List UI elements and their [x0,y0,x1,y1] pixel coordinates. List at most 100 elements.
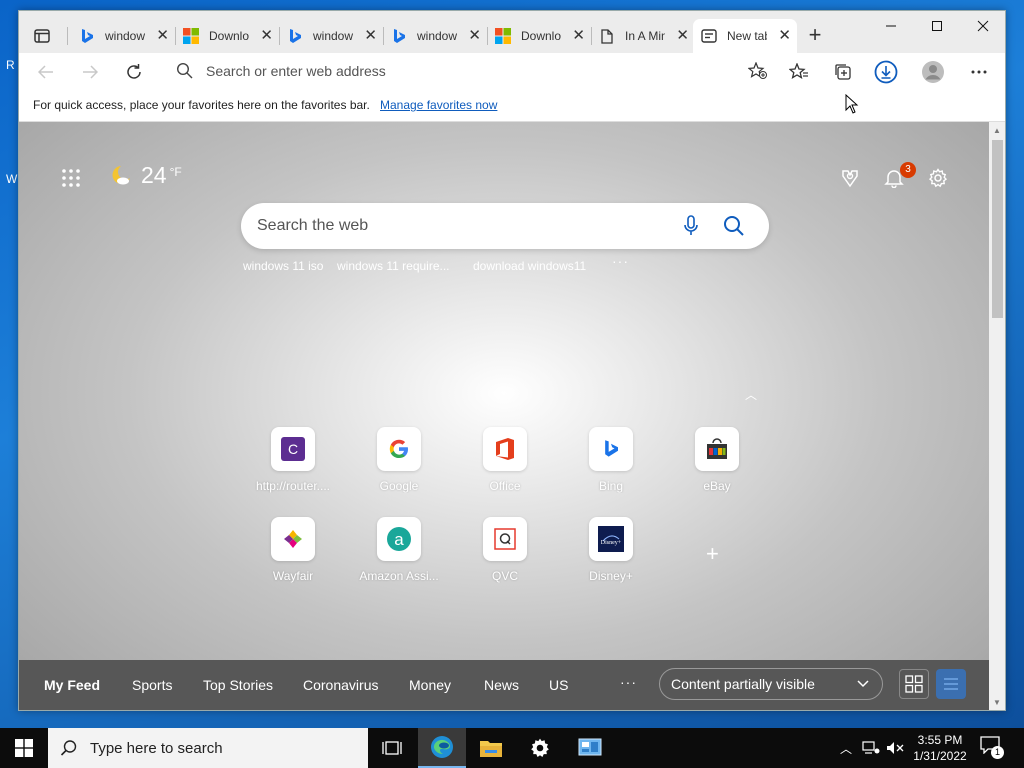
bing-icon [589,427,633,471]
close-icon[interactable]: ✕ [676,28,689,44]
close-window-button[interactable] [960,11,1005,41]
chevron-down-icon [856,676,870,693]
feed-tab-news[interactable]: News [484,677,519,693]
add-site-plus-icon[interactable]: + [706,541,719,567]
manage-favorites-link[interactable]: Manage favorites now [380,98,497,112]
close-icon[interactable]: ✕ [364,28,377,44]
maximize-button[interactable] [914,11,960,41]
search-suggestion[interactable]: windows 11 require... [337,259,450,273]
feed-tab-coronavirus[interactable]: Coronavirus [303,677,378,693]
quick-link-tile[interactable]: C http://router.... [248,427,338,493]
tab-4[interactable]: windows 11 download ✕ [383,21,487,51]
feed-more-button[interactable]: ··· [620,674,637,690]
desktop-icon-fragment[interactable]: W [6,172,18,186]
feed-tab-sports[interactable]: Sports [132,677,172,693]
notification-badge: 3 [900,162,916,178]
close-icon[interactable]: ✕ [572,28,585,44]
tab-new-tab-active[interactable]: New tab ✕ [693,19,797,53]
forward-button[interactable] [75,57,105,87]
weather-widget[interactable]: 24 °F [109,162,182,189]
minimize-button[interactable] [868,11,914,41]
quick-link-tile[interactable]: QVC [460,517,550,583]
show-hidden-icons-chevron-icon[interactable]: ︿ [836,728,856,768]
address-bar[interactable] [164,56,772,86]
web-search-input[interactable] [257,217,657,235]
volume-muted-icon[interactable] [884,728,906,768]
search-suggestion[interactable]: windows 11 iso [243,259,323,273]
scroll-down-icon[interactable]: ▼ [993,698,1001,707]
taskbar-clock[interactable]: 3:55 PM 1/31/2022 [905,732,975,764]
gear-icon [928,168,948,188]
tab-2[interactable]: Download Windows 11 ✕ [175,21,279,51]
downloads-button[interactable] [871,57,901,87]
search-icon[interactable] [723,215,745,242]
rewards-button[interactable] [838,166,862,190]
tab-1[interactable]: windows 11 iso ✕ [71,21,175,51]
svg-text:Disney+: Disney+ [601,540,622,546]
refresh-button[interactable] [119,57,149,87]
scroll-thumb[interactable] [992,140,1003,318]
start-button[interactable] [0,728,48,768]
quick-link-tile[interactable]: Office [460,427,550,493]
tab-title: windows 11 requirements [313,29,353,43]
close-icon[interactable]: ✕ [468,28,481,44]
quick-link-tile[interactable]: Bing [566,427,656,493]
c-icon: C [271,427,315,471]
close-icon[interactable]: ✕ [260,28,273,44]
page-scrollbar[interactable]: ▲ ▼ [989,122,1005,710]
feed-tab-us[interactable]: US [549,677,568,693]
quick-link-tile[interactable]: eBay [672,427,762,493]
content-visibility-value: Content partially visible [671,676,815,692]
taskbar-file-explorer[interactable] [467,728,515,768]
suggestions-more-button[interactable]: ··· [612,253,629,269]
quick-link-tile[interactable]: Google [354,427,444,493]
collections-button[interactable] [828,57,858,87]
microphone-icon[interactable] [683,215,699,242]
list-layout-button[interactable] [936,669,966,699]
taskbar-settings[interactable] [516,728,564,768]
close-icon[interactable]: ✕ [156,28,169,44]
download-icon [874,60,898,84]
address-input[interactable] [206,63,706,79]
taskbar-search-box[interactable] [48,728,368,768]
page-settings-button[interactable] [926,166,950,190]
desktop-icon-fragment[interactable]: R [6,58,18,72]
scroll-up-icon[interactable]: ▲ [993,126,1001,135]
tab-title: windows 11 iso [105,29,145,43]
feed-tab-my-feed[interactable]: My Feed [44,677,100,693]
feed-tab-money[interactable]: Money [409,677,451,693]
clock-date: 1/31/2022 [913,749,967,763]
back-button[interactable] [31,57,61,87]
tab-6[interactable]: In A Minute ✕ [591,21,695,51]
taskbar-edge[interactable] [418,728,466,768]
favorites-button[interactable] [784,57,814,87]
tab-actions-button[interactable] [27,23,57,49]
taskbar-control-panel[interactable] [566,728,614,768]
taskbar-search-input[interactable] [90,739,350,757]
tab-actions-icon [34,29,50,43]
collapse-tiles-chevron-icon[interactable]: ︿ [745,386,757,403]
action-center-button[interactable]: 1 [980,736,1006,760]
quick-link-tile[interactable]: a Amazon Assi... [354,517,444,583]
content-visibility-dropdown[interactable]: Content partially visible [659,668,883,700]
search-icon [60,740,77,756]
network-icon[interactable] [860,728,882,768]
gear-icon [531,738,549,758]
settings-more-button[interactable] [964,57,994,87]
add-favorite-icon[interactable] [747,61,768,85]
tab-3[interactable]: windows 11 requirements ✕ [279,21,383,51]
profile-button[interactable] [918,57,948,87]
forward-arrow-icon [83,65,98,79]
search-suggestion[interactable]: download windows11 [473,259,586,273]
web-search-box[interactable] [241,203,769,249]
task-view-button[interactable] [368,728,416,768]
quick-link-tile[interactable]: Wayfair [248,517,338,583]
tab-5[interactable]: Download Windows 11 ✕ [487,21,591,51]
close-icon[interactable]: ✕ [778,28,791,44]
quick-link-tile[interactable]: Disney+ Disney+ [566,517,656,583]
grid-layout-button[interactable] [899,669,929,699]
feed-tab-top-stories[interactable]: Top Stories [203,677,273,693]
app-launcher-button[interactable] [61,168,81,188]
new-tab-button[interactable]: + [802,23,828,49]
tab-title: Download Windows 11 [521,29,561,43]
